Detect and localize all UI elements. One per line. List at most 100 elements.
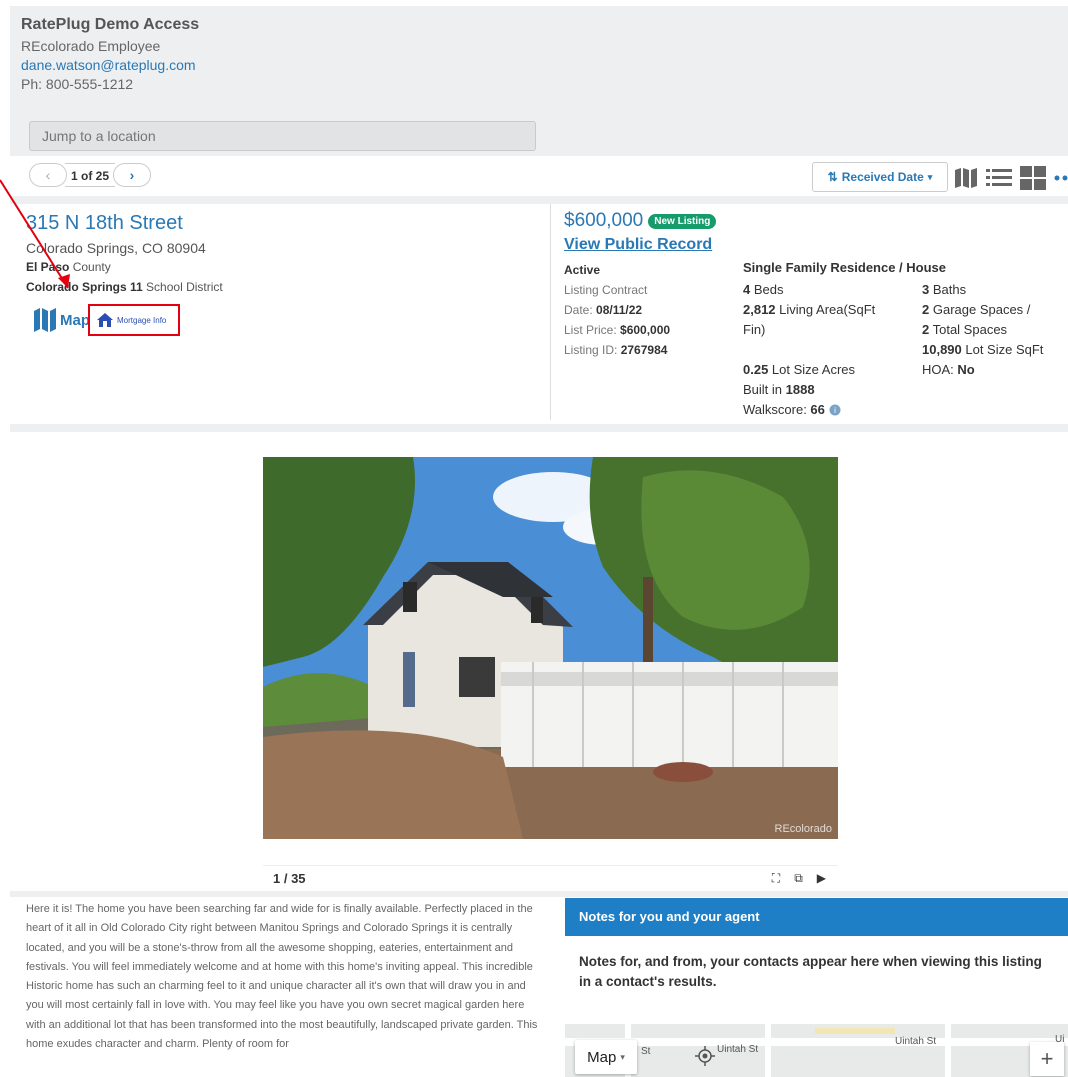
listing-date-label: Date: [564, 303, 597, 317]
map-view-icon[interactable] [954, 167, 978, 189]
photo-watermark: REcolorado [774, 823, 832, 835]
listing-id-value: 2767984 [620, 343, 668, 357]
caret-down-icon: ▾ [620, 1051, 625, 1062]
location-search-input[interactable] [29, 121, 536, 151]
list-view-icon[interactable] [986, 167, 1012, 189]
listing-price-row: $600,000 New Listing [564, 210, 717, 232]
photo-buttons: ⛶ ⧉ ▶ [772, 871, 826, 886]
column-divider [550, 204, 551, 420]
street-label: Uintah St [895, 1036, 937, 1047]
results-toolbar: ‹ 1 of 25 › ⇅ Received Date ▾ [10, 158, 1068, 196]
listing-status-column: Active Listing Contract Date: 08/11/22 L… [564, 260, 670, 360]
beds-label: Beds [750, 282, 784, 297]
chevron-right-icon: › [129, 167, 135, 183]
agent-name: RatePlug Demo Access [21, 16, 200, 33]
listing-description: Here it is! The home you have been searc… [26, 903, 538, 1051]
hoa: HOA: No [922, 360, 1068, 380]
locate-icon[interactable] [695, 1046, 715, 1066]
beds: 4 Beds [743, 280, 913, 300]
sort-label: Received Date [841, 170, 924, 184]
map-link[interactable]: Map [34, 308, 90, 332]
hoa-label: HOA: [922, 362, 958, 377]
divider [10, 196, 1068, 204]
lot-sqft-label: Lot Size SqFt [961, 342, 1044, 357]
lot-acres-label: Lot Size Acres [768, 362, 856, 377]
living-area-value: 2,812 [743, 302, 776, 317]
lot-sqft-value: 10,890 [922, 342, 962, 357]
map-panel[interactable]: Map ▾ St Uintah St Uintah St Ui + [565, 1024, 1068, 1077]
year-built-value: 1888 [785, 382, 815, 397]
agent-role: REcolorado Employee [21, 38, 161, 54]
fullscreen-icon[interactable]: ⛶ [772, 871, 780, 886]
listing-price: $600,000 [564, 210, 644, 231]
garage-label: Garage Spaces / [929, 302, 1031, 317]
school-suffix: School District [142, 280, 223, 294]
search-strip [10, 116, 1068, 156]
caret-down-icon: ▾ [927, 171, 933, 182]
garage-spaces: 2 Garage Spaces / 2 Total Spaces [922, 300, 1040, 340]
listing-id: Listing ID: 2767984 [564, 340, 670, 360]
walkscore-label: Walkscore: [743, 402, 811, 417]
lot-sqft: 10,890 Lot Size SqFt [922, 340, 1068, 360]
listing-page: RatePlug Demo Access REcolorado Employee… [0, 0, 1068, 1077]
more-options-icon[interactable] [1054, 174, 1068, 182]
total-spaces-label: Total Spaces [929, 322, 1008, 337]
new-listing-badge: New Listing [648, 213, 717, 229]
lot-acres: 0.25 Lot Size Acres [743, 360, 913, 380]
listing-contract: Listing Contract [564, 283, 648, 297]
mortgage-info-label: Mortgage Info [117, 315, 167, 325]
play-icon[interactable]: ▶ [817, 871, 826, 886]
walkscore-info-icon[interactable]: i [829, 404, 841, 416]
baths: 3 Baths [922, 280, 1068, 300]
annotation-arrow [0, 179, 70, 289]
street-label: Uintah St [717, 1044, 759, 1055]
baths-label: Baths [929, 282, 967, 297]
listing-id-label: Listing ID: [564, 343, 621, 357]
plus-icon: + [1040, 1046, 1054, 1071]
map-type-label: Map [587, 1048, 617, 1066]
list-price-value: $600,000 [620, 323, 671, 337]
view-public-record-link[interactable]: View Public Record [564, 236, 712, 254]
listing-facts-left: 4 Beds 2,812 Living Area(SqFt Fin) 0.25 … [743, 280, 913, 420]
year-built-label: Built in [743, 382, 786, 397]
living-area: 2,812 Living Area(SqFt Fin) [743, 300, 893, 340]
map-link-label: Map [60, 311, 90, 329]
listing-summary: 315 N 18th Street Colorado Springs, CO 8… [10, 204, 1068, 424]
listing-status: Active [564, 263, 601, 277]
agent-email-link[interactable]: dane.watson@rateplug.com [21, 57, 1057, 73]
listing-photo[interactable]: REcolorado [263, 457, 838, 839]
year-built: Built in 1888 [743, 380, 913, 400]
hoa-value: No [957, 362, 975, 377]
sort-dropdown[interactable]: ⇅ Received Date ▾ [812, 162, 948, 192]
next-button[interactable]: › [113, 163, 152, 187]
lot-acres-value: 0.25 [743, 362, 769, 377]
listing-facts-right: 3 Baths 2 Garage Spaces / 2 Total Spaces… [922, 280, 1068, 380]
house-calculator-icon [97, 313, 113, 327]
agent-header: RatePlug Demo Access REcolorado Employee… [10, 6, 1068, 116]
street-label: St [641, 1046, 651, 1057]
map-icon [34, 308, 56, 332]
divider [10, 891, 1068, 897]
map-type-dropdown[interactable]: Map ▾ [575, 1040, 637, 1074]
list-price: List Price: $600,000 [564, 320, 670, 340]
listing-date: Date: 08/11/22 [564, 300, 670, 320]
zoom-in-button[interactable]: + [1030, 1042, 1064, 1076]
popout-icon[interactable]: ⧉ [794, 871, 803, 886]
notes-body: Notes for, and from, your contacts appea… [565, 936, 1068, 1014]
sort-icon: ⇅ [827, 170, 838, 184]
agent-phone: Ph: 800-555-1212 [21, 76, 134, 92]
mortgage-info-button[interactable]: Mortgage Info [88, 304, 180, 336]
list-price-label: List Price: [564, 323, 621, 337]
walkscore: Walkscore: 66 i [743, 400, 913, 420]
photo-counter: 1 / 35 [273, 871, 306, 886]
property-type: Single Family Residence / House [743, 260, 947, 275]
notes-header: Notes for you and your agent [565, 898, 1068, 936]
listing-date-value: 08/11/22 [596, 303, 643, 317]
photo-controls: 1 / 35 ⛶ ⧉ ▶ [263, 865, 838, 891]
view-switcher [954, 166, 1068, 190]
divider [10, 424, 1068, 432]
svg-text:i: i [834, 406, 836, 415]
grid-view-icon[interactable] [1020, 166, 1046, 190]
house-photo-illustration [263, 457, 838, 839]
